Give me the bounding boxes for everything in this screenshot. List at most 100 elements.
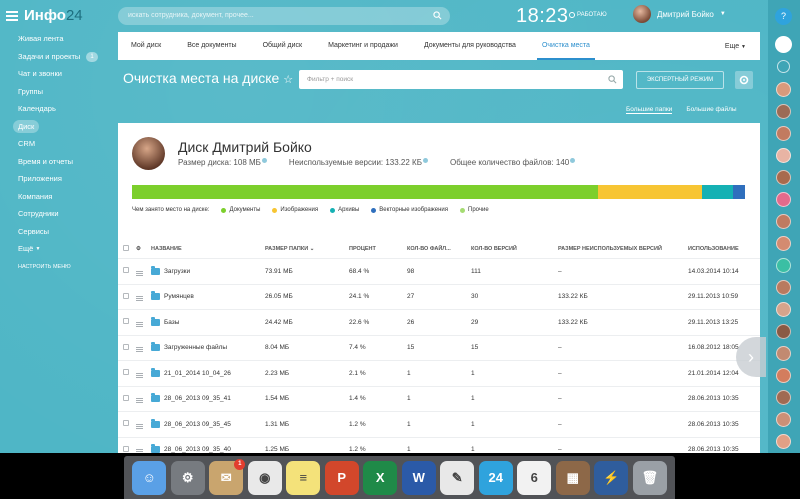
user-menu[interactable]: Дмитрий Бойко ▼ — [633, 5, 726, 23]
table-row[interactable]: 28_06_2013 09_35_41 1.54 МБ 1.4 % 1 1 – 28.06.… — [118, 387, 760, 412]
row-menu-icon[interactable] — [136, 398, 143, 404]
sidebar-item-disk[interactable]: Диск — [0, 118, 115, 136]
avatar[interactable] — [776, 126, 791, 141]
tab-marketing-sales[interactable]: Маркетинг и продажи — [315, 32, 411, 60]
system-preferences-icon[interactable]: ⚙ — [170, 460, 205, 495]
avatar[interactable] — [776, 258, 791, 273]
avatar[interactable] — [776, 390, 791, 405]
migration-icon[interactable]: ⚡ — [594, 460, 629, 495]
help-icon[interactable] — [570, 158, 576, 163]
powerpoint-icon[interactable]: P — [324, 460, 359, 495]
row-checkbox[interactable] — [123, 445, 129, 452]
sidebar-item-feed[interactable]: Живая лента — [0, 30, 115, 48]
avatar[interactable] — [776, 302, 791, 317]
table-row[interactable]: 28_06_2013 09_35_45 1.31 МБ 1.2 % 1 1 – 28.06.… — [118, 412, 760, 438]
table-row[interactable]: Румянцев 26.05 МБ 24.1 % 27 30 133.22 КБ 29.11… — [118, 285, 760, 310]
tab-cleanup[interactable]: Очистка места — [529, 32, 603, 60]
search-icon[interactable] — [777, 60, 790, 73]
row-menu-icon[interactable] — [136, 423, 143, 429]
sidebar-item-more[interactable]: Ещё ▼ — [0, 240, 115, 258]
tab-management-docs[interactable]: Документы для руководства — [411, 32, 529, 60]
col-percent[interactable]: ПРОЦЕНТ — [349, 246, 407, 252]
select-all-checkbox[interactable] — [123, 244, 129, 251]
avatar[interactable] — [776, 170, 791, 185]
star-icon[interactable]: ☆ — [283, 74, 293, 86]
row-checkbox[interactable] — [123, 267, 129, 274]
sidebar-item-crm[interactable]: CRM — [0, 135, 115, 153]
folder-cell[interactable]: Базы — [151, 316, 265, 326]
avatar[interactable] — [776, 192, 791, 207]
gear-icon[interactable]: ⚙ — [136, 246, 151, 252]
folder-cell[interactable]: 28_06_2013 09_35_40 — [151, 444, 265, 453]
trash-icon[interactable]: 🗑 — [632, 460, 667, 495]
sidebar-item-services[interactable]: Сервисы — [0, 223, 115, 241]
sidebar-item-chat[interactable]: Чат и звонки — [0, 65, 115, 83]
col-size[interactable]: РАЗМЕР ПАПКИ ⌄ — [265, 246, 349, 252]
col-versions[interactable]: КОЛ-ВО ВЕРСИЙ — [471, 246, 558, 252]
row-checkbox[interactable] — [123, 394, 129, 401]
configure-menu-link[interactable]: НАСТРОИТЬ МЕНЮ — [0, 264, 115, 270]
avatar[interactable] — [776, 104, 791, 119]
tab-more[interactable]: Еще ▼ — [725, 43, 760, 50]
folder-cell[interactable]: Загруженные файлы — [151, 342, 265, 352]
calculator-icon[interactable]: ▦ — [555, 460, 590, 495]
row-checkbox[interactable] — [123, 292, 129, 299]
row-menu-icon[interactable] — [136, 449, 143, 453]
search-icon[interactable] — [608, 75, 617, 84]
finder-icon[interactable]: ☺ — [132, 460, 167, 495]
sidebar-item-apps[interactable]: Приложения — [0, 170, 115, 188]
excel-icon[interactable]: X — [363, 460, 398, 495]
avatar[interactable] — [776, 214, 791, 229]
tab-my-disk[interactable]: Мой диск — [118, 32, 174, 60]
table-row[interactable]: Загрузки 73.91 МБ 68.4 % 98 111 – 14.03.2014 1… — [118, 259, 760, 285]
folder-cell[interactable]: Загрузки — [151, 265, 265, 275]
sidebar-item-employees[interactable]: Сотрудники — [0, 205, 115, 223]
word-icon[interactable]: W — [401, 460, 436, 495]
help-icon[interactable]: ? — [775, 8, 792, 25]
avatar[interactable] — [776, 412, 791, 427]
avatar[interactable] — [776, 368, 791, 383]
help-icon[interactable] — [422, 158, 428, 163]
folder-cell[interactable]: 28_06_2013 09_35_45 — [151, 418, 265, 428]
chrome-icon[interactable]: ◉ — [247, 460, 282, 495]
col-unused-size[interactable]: РАЗМЕР НЕИСПОЛЬЗУЕМЫХ ВЕРСИЙ — [558, 246, 688, 252]
table-row[interactable]: 21_01_2014 10_04_26 2.23 МБ 2.1 % 1 1–21.01.… — [118, 361, 760, 387]
mail-icon[interactable]: ✉ 1 — [209, 458, 246, 495]
sidebar-item-calendar[interactable]: Календарь — [0, 100, 115, 118]
col-name[interactable]: НАЗВАНИЕ — [151, 246, 265, 252]
calendar-icon[interactable]: 6 — [517, 460, 552, 495]
avatar[interactable] — [776, 324, 791, 339]
row-menu-icon[interactable] — [136, 347, 143, 353]
expert-mode-button[interactable]: ЭКСПЕРТНЫЙ РЕЖИМ — [636, 71, 724, 89]
bitrix24-icon[interactable]: 24 — [478, 460, 513, 495]
avatar[interactable] — [776, 236, 791, 251]
row-menu-icon[interactable] — [136, 296, 143, 302]
avatar[interactable] — [776, 148, 791, 163]
sidebar-item-company[interactable]: Компания — [0, 188, 115, 206]
avatar[interactable] — [776, 346, 791, 361]
app-logo[interactable]: Инфо24 — [6, 6, 83, 26]
row-checkbox[interactable] — [123, 343, 129, 350]
notifications-icon[interactable] — [775, 36, 792, 53]
folder-cell[interactable]: 28_06_2013 09_35_41 — [151, 393, 265, 403]
row-menu-icon[interactable] — [136, 321, 143, 327]
view-large-files[interactable]: Большие файлы — [686, 106, 736, 114]
table-row[interactable]: Базы 24.42 МБ 22.6 % 26 29 133.22 КБ 29.11.201… — [118, 310, 760, 336]
row-menu-icon[interactable] — [136, 270, 143, 276]
row-checkbox[interactable] — [123, 318, 129, 325]
avatar[interactable] — [776, 434, 791, 449]
sidebar-item-time-reports[interactable]: Время и отчеты — [0, 153, 115, 171]
sidebar-item-groups[interactable]: Группы — [0, 83, 115, 101]
work-status-button[interactable]: РАБОТАЮ — [569, 12, 607, 18]
view-large-folders[interactable]: Большие папки — [626, 106, 673, 114]
folder-cell[interactable]: Румянцев — [151, 291, 265, 301]
help-icon[interactable] — [261, 158, 267, 163]
settings-button[interactable] — [735, 71, 753, 89]
textedit-icon[interactable]: ✎ — [440, 460, 475, 495]
row-checkbox[interactable] — [123, 420, 129, 427]
filter-search-input[interactable]: Фильтр + поиск — [299, 70, 623, 89]
col-files[interactable]: КОЛ-ВО ФАЙЛ... — [407, 246, 471, 252]
row-checkbox[interactable] — [123, 369, 129, 376]
folder-cell[interactable]: 21_01_2014 10_04_26 — [151, 367, 265, 377]
menu-icon[interactable] — [6, 11, 18, 21]
